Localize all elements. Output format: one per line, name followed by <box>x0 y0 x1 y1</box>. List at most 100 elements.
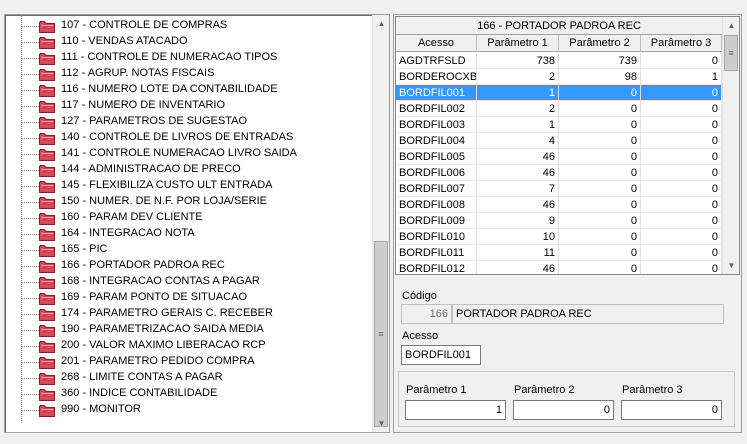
tree-item[interactable]: 268 - LIMITE CONTAS A PAGAR <box>21 370 361 386</box>
grid-scroll-thumb[interactable]: ≡ <box>724 35 738 71</box>
folder-icon <box>39 325 55 337</box>
tree-connector <box>21 378 39 379</box>
tree-scrollbar[interactable]: ▲ ≡ ▼ <box>372 15 389 432</box>
tree-item[interactable]: 112 - AGRUP. NOTAS FISCAIS <box>21 66 361 82</box>
triangle-down-icon: ▼ <box>727 261 736 270</box>
grid-scrollbar[interactable]: ▲ ≡ ▼ <box>722 17 739 274</box>
table-row[interactable]: BORDFIL007 7 0 0 <box>396 181 722 197</box>
scroll-thumb[interactable]: ≡ <box>374 241 388 427</box>
table-row[interactable]: BORDFIL001 1 0 0 <box>396 85 722 101</box>
tree-item[interactable]: 145 - FLEXIBILIZA CUSTO ULT ENTRADA <box>21 178 361 194</box>
table-row[interactable]: BORDFIL009 9 0 0 <box>396 213 722 229</box>
table-row[interactable]: BORDFIL004 4 0 0 <box>396 133 722 149</box>
grid-title: 166 - PORTADOR PADROA REC <box>396 17 722 35</box>
table-row[interactable]: BORDFIL010 10 0 0 <box>396 229 722 245</box>
column-header-param3[interactable]: Parâmetro 3 <box>641 35 722 52</box>
tree-item[interactable]: 360 - INDICE CONTABILIDADE <box>21 386 361 402</box>
table-cell: BORDFIL007 <box>396 181 477 197</box>
tree-item[interactable]: 990 - MONITOR <box>21 402 361 418</box>
scroll-up-button[interactable]: ▲ <box>373 15 390 32</box>
tree-item[interactable]: 107 - CONTROLE DE COMPRAS <box>21 18 361 34</box>
tree-item[interactable]: 160 - PARAM DEV CLIENTE <box>21 210 361 226</box>
table-cell: 10 <box>477 229 559 245</box>
table-cell: 9 <box>477 213 559 229</box>
table-row[interactable]: BORDFIL008 46 0 0 <box>396 197 722 213</box>
tree-item[interactable]: 116 - NUMERO LOTE DA CONTABILIDADE <box>21 82 361 98</box>
tree-item[interactable]: 201 - PARAMETRO PEDIDO COMPRA <box>21 354 361 370</box>
tree-item[interactable]: 111 - CONTROLE DE NUMERACAO TIPOS <box>21 50 361 66</box>
tree-item-label: 168 - INTEGRACAO CONTAS A PAGAR <box>61 275 260 287</box>
table-row[interactable]: BORDFIL011 11 0 0 <box>396 245 722 261</box>
table-cell: BORDFIL001 <box>396 85 477 101</box>
detail-panel: 166 - PORTADOR PADROA REC Acesso Parâmet… <box>393 14 742 433</box>
table-cell: BORDFIL004 <box>396 133 477 149</box>
tree-connector <box>21 234 39 235</box>
tree-item-label: 117 - NUMERO DE INVENTARIO <box>61 99 226 111</box>
tree-item[interactable]: 127 - PARAMETROS DE SUGESTAO <box>21 114 361 130</box>
column-header-param2[interactable]: Parâmetro 2 <box>559 35 641 52</box>
table-cell: 0 <box>641 245 722 261</box>
grid-scroll-down-button[interactable]: ▼ <box>723 257 739 274</box>
tree-view[interactable]: 107 - CONTROLE DE COMPRAS 110 - VENDAS AT… <box>4 14 390 433</box>
table-cell: 1 <box>477 117 559 133</box>
table-row[interactable]: BORDFIL002 2 0 0 <box>396 101 722 117</box>
column-header-param1[interactable]: Parâmetro 1 <box>477 35 559 52</box>
table-cell: 0 <box>641 101 722 117</box>
tree-item-label: 201 - PARAMETRO PEDIDO COMPRA <box>61 355 255 367</box>
tree-connector <box>21 362 39 363</box>
tree-item-label: 144 - ADMINISTRACAO DE PRECO <box>61 163 241 175</box>
tree-item[interactable]: 150 - NUMER. DE N.F. POR LOJA/SERIE <box>21 194 361 210</box>
folder-icon <box>39 373 55 385</box>
table-row[interactable]: BORDEROCXB 2 98 1 <box>396 69 722 85</box>
param3-field[interactable]: 0 <box>621 400 722 420</box>
tree-item-label: 127 - PARAMETROS DE SUGESTAO <box>61 115 248 127</box>
folder-icon <box>39 309 55 321</box>
table-cell: BORDFIL005 <box>396 149 477 165</box>
folder-icon <box>39 101 55 113</box>
table-row[interactable]: BORDFIL012 46 0 0 <box>396 261 722 274</box>
table-row[interactable]: BORDFIL003 1 0 0 <box>396 117 722 133</box>
table-cell: 0 <box>559 261 641 274</box>
table-cell: 0 <box>559 149 641 165</box>
tree-item[interactable]: 164 - INTEGRACAO NOTA <box>21 226 361 242</box>
folder-icon <box>39 213 55 225</box>
tree-item[interactable]: 117 - NUMERO DE INVENTARIO <box>21 98 361 114</box>
table-cell: 738 <box>477 53 559 69</box>
tree-item[interactable]: 200 - VALOR MAXIMO LIBERACAO RCP <box>21 338 361 354</box>
column-header-acesso[interactable]: Acesso <box>396 35 477 52</box>
folder-icon <box>39 405 55 417</box>
param1-field[interactable]: 1 <box>405 400 506 420</box>
table-row[interactable]: BORDFIL006 46 0 0 <box>396 165 722 181</box>
scroll-down-button[interactable]: ▼ <box>373 415 390 432</box>
tree-item[interactable]: 169 - PARAM PONTO DE SITUACAO <box>21 290 361 306</box>
table-cell: BORDFIL011 <box>396 245 477 261</box>
tree-connector <box>21 74 39 75</box>
table-row[interactable]: BORDFIL005 46 0 0 <box>396 149 722 165</box>
table-row[interactable]: AGDTRFSLD 738 739 0 <box>396 53 722 69</box>
folder-icon <box>39 277 55 289</box>
folder-icon <box>39 117 55 129</box>
tree-item[interactable]: 144 - ADMINISTRACAO DE PRECO <box>21 162 361 178</box>
tree-item[interactable]: 110 - VENDAS ATACADO <box>21 34 361 50</box>
table-cell: 0 <box>559 85 641 101</box>
param2-field[interactable]: 0 <box>513 400 614 420</box>
tree-item[interactable]: 168 - INTEGRACAO CONTAS A PAGAR <box>21 274 361 290</box>
parameter-grid[interactable]: 166 - PORTADOR PADROA REC Acesso Parâmet… <box>395 16 740 275</box>
tree-item[interactable]: 141 - CONTROLE NUMERACAO LIVRO SAIDA <box>21 146 361 162</box>
table-cell: 1 <box>477 85 559 101</box>
acesso-field[interactable]: BORDFIL001 <box>401 345 481 365</box>
grid-scroll-up-button[interactable]: ▲ <box>723 17 739 34</box>
folder-icon <box>39 389 55 401</box>
tree-item[interactable]: 166 - PORTADOR PADROA REC <box>21 258 361 274</box>
table-cell: 0 <box>641 149 722 165</box>
tree-item[interactable]: 190 - PARAMETRIZACAO SAIDA MEDIA <box>21 322 361 338</box>
tree-item[interactable]: 140 - CONTROLE DE LIVROS DE ENTRADAS <box>21 130 361 146</box>
tree-connector <box>21 266 39 267</box>
triangle-up-icon: ▲ <box>727 21 736 30</box>
table-cell: 0 <box>559 245 641 261</box>
table-cell: 46 <box>477 197 559 213</box>
codigo-label: Código <box>402 290 437 302</box>
tree-item[interactable]: 174 - PARAMETRO GERAIS C. RECEBER <box>21 306 361 322</box>
table-cell: 7 <box>477 181 559 197</box>
tree-item[interactable]: 165 - PIC <box>21 242 361 258</box>
